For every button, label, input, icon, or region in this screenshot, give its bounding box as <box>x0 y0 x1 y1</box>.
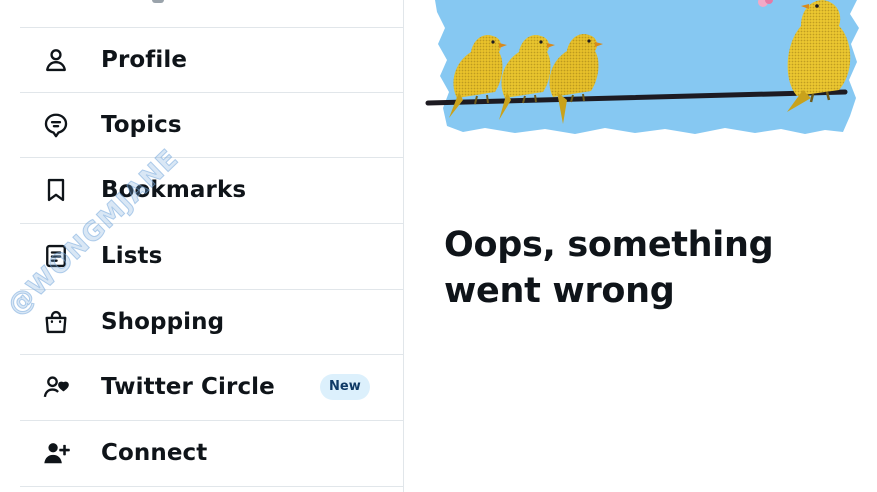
menu-item-label: Profile <box>101 47 188 73</box>
new-badge: New <box>320 374 370 400</box>
menu-item-label: Topics <box>101 112 182 138</box>
cut-off-item <box>50 0 170 3</box>
error-panel: Oops, something went wrong <box>405 0 877 492</box>
circle-heart-icon <box>42 373 70 401</box>
menu-item-twitter-circle[interactable]: Twitter Circle New <box>20 354 404 419</box>
add-person-icon <box>42 439 70 467</box>
menu-item-profile[interactable]: Profile <box>20 27 404 92</box>
side-menu: Profile Topics Bookmarks Lists Shopping … <box>0 0 404 492</box>
canaries-illustration <box>425 0 865 142</box>
bookmark-icon <box>42 176 70 204</box>
menu-item-label: Twitter Circle <box>101 374 275 400</box>
menu-item-topics[interactable]: Topics <box>20 92 404 157</box>
error-title: Oops, something went wrong <box>444 225 774 311</box>
menu-item-connect[interactable]: Connect <box>20 420 404 485</box>
topics-icon <box>42 111 70 139</box>
app-frame: Profile Topics Bookmarks Lists Shopping … <box>0 0 877 492</box>
menu-item-label: Shopping <box>101 309 225 335</box>
menu-item-shopping[interactable]: Shopping <box>20 289 404 354</box>
menu-item-label: Connect <box>101 440 208 466</box>
divider <box>20 486 404 487</box>
person-icon <box>42 46 70 74</box>
menu-item-bookmarks[interactable]: Bookmarks <box>20 157 404 222</box>
shopping-bag-icon <box>42 308 70 336</box>
menu-item-label: Lists <box>101 243 163 269</box>
